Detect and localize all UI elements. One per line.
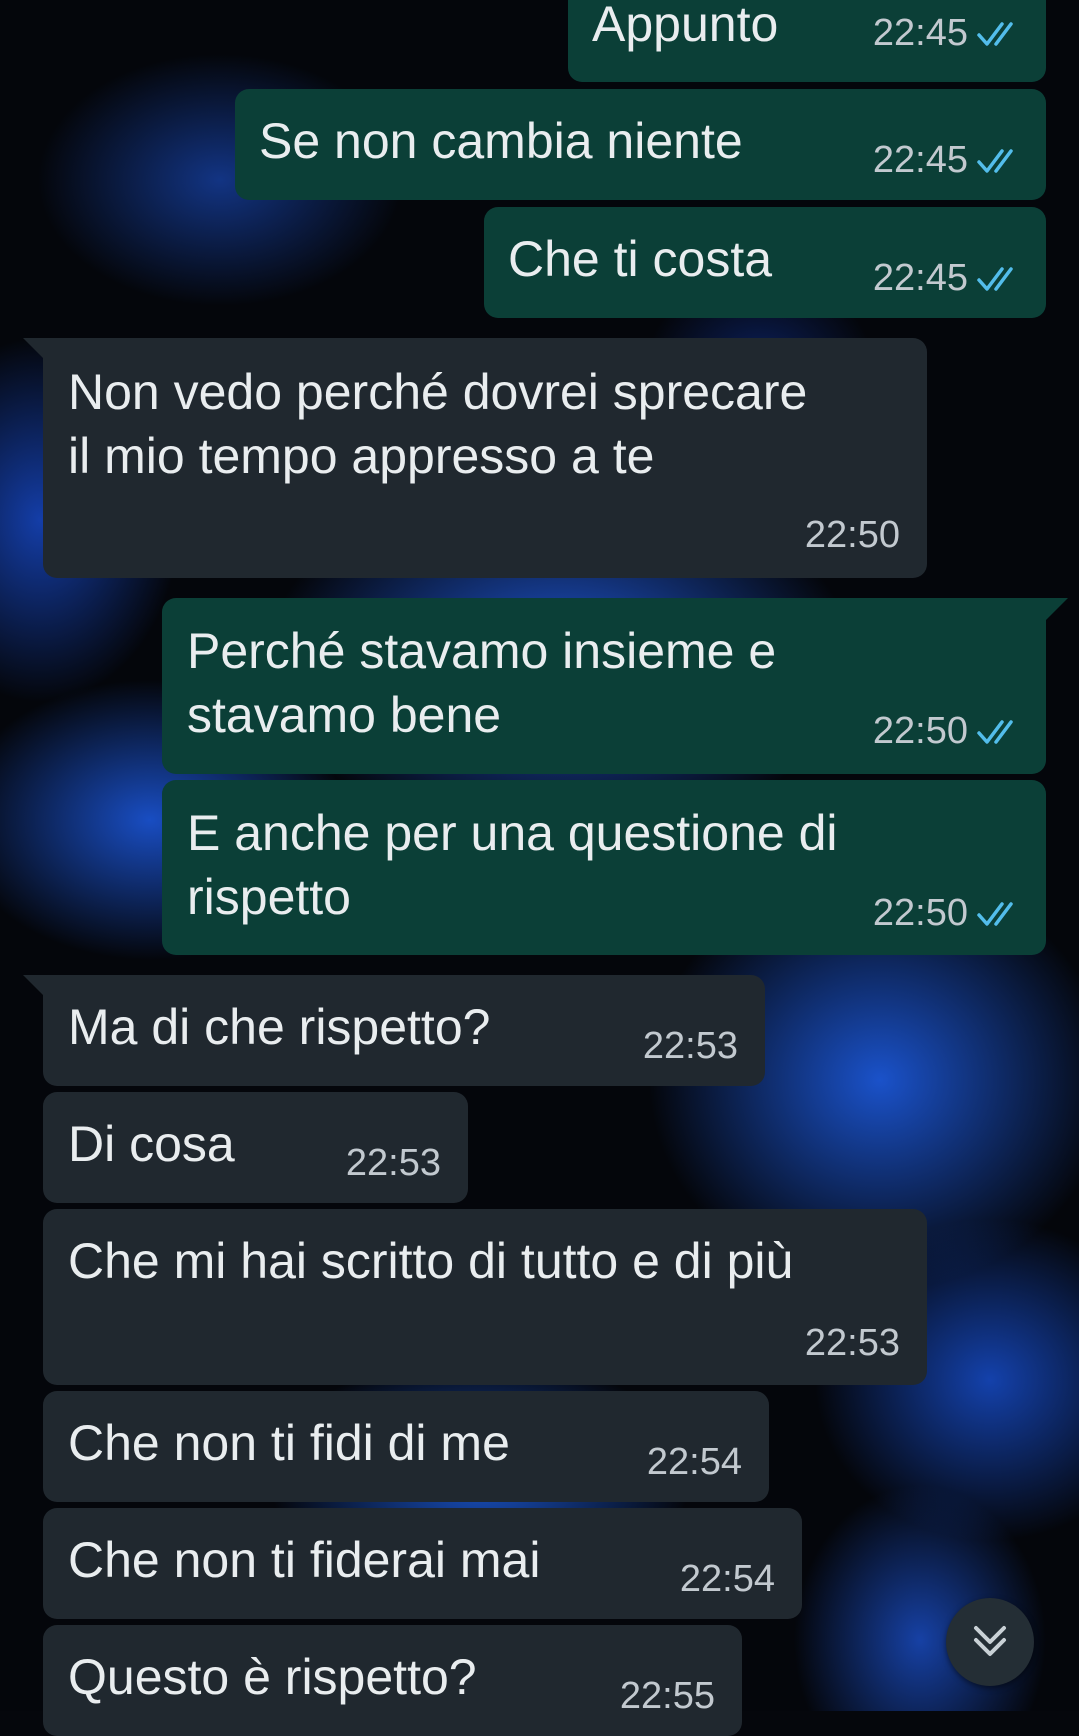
message-time: 22:45 [872,257,968,299]
message-text: Di cosa [68,1116,235,1172]
message-outgoing[interactable]: Che ti costa 22:45 [484,207,1046,318]
message-time: 22:55 [619,1675,715,1717]
message-time: 22:54 [679,1558,775,1600]
message-outgoing[interactable]: E anche per una questione di rispetto 22… [162,780,1046,955]
message-time: 22:50 [872,710,968,752]
message-time: 22:50 [872,892,968,934]
message-meta: 22:53 [346,1142,441,1185]
message-text: Ma di che rispetto? [68,999,491,1055]
message-text: Questo è rispetto? [68,1649,477,1705]
bubble-tail [23,338,45,360]
message-text: Che non ti fiderai mai [68,1532,541,1588]
message-meta: 22:55 [620,1675,715,1718]
message-text: Che non ti fidi di me [68,1415,510,1471]
message-incoming[interactable]: Non vedo perché dovrei sprecare il mio t… [23,338,927,578]
message-outgoing[interactable]: Appunto 22:45 [568,0,1046,82]
message-meta: 22:54 [647,1441,742,1484]
message-text: Non vedo perché dovrei sprecare il mio t… [68,364,808,484]
message-text: Che mi hai scritto di tutto e di più [68,1233,794,1289]
message-time: 22:45 [872,12,968,54]
message-incoming[interactable]: Che mi hai scritto di tutto e di più 22:… [43,1209,927,1385]
message-incoming[interactable]: Questo è rispetto? 22:55 [43,1625,742,1736]
read-ticks-icon [977,148,1013,173]
message-incoming[interactable]: Che non ti fidi di me 22:54 [43,1391,769,1502]
message-meta: 22:45 [873,12,1022,55]
message-list[interactable]: Appunto 22:45 Se non cambia niente 22:45… [0,0,1079,1736]
message-outgoing[interactable]: Perché stavamo insieme e stavamo bene 22… [162,598,1068,774]
message-meta: 22:50 [873,710,1022,753]
read-ticks-icon [977,901,1013,926]
message-text: Appunto [592,0,779,52]
message-text: E anche per una questione di rispetto [187,805,838,925]
read-ticks-icon [977,21,1013,46]
read-ticks-icon [977,719,1013,744]
message-time: 22:54 [646,1441,742,1483]
read-ticks-icon [977,266,1013,291]
message-time: 22:53 [345,1142,441,1184]
message-text: Che ti costa [508,231,773,287]
message-incoming[interactable]: Che non ti fiderai mai 22:54 [43,1508,802,1619]
message-time: 22:53 [642,1025,738,1067]
bubble-tail [1046,598,1068,620]
message-meta: 22:53 [643,1025,738,1068]
message-meta: 22:54 [680,1558,775,1601]
scroll-to-bottom-button[interactable] [946,1598,1034,1686]
message-meta: 22:45 [873,139,1022,182]
message-text: Se non cambia niente [259,113,743,169]
message-incoming[interactable]: Ma di che rispetto? 22:53 [23,975,765,1086]
double-chevron-down-icon [974,1626,1006,1656]
message-time: 22:53 [804,1322,900,1364]
message-time: 22:45 [872,139,968,181]
message-meta: 22:53 [805,1322,900,1365]
message-incoming[interactable]: Di cosa 22:53 [43,1092,468,1203]
bubble-tail [23,975,45,997]
message-meta: 22:50 [873,892,1022,935]
message-outgoing[interactable]: Se non cambia niente 22:45 [235,89,1046,200]
message-meta: 22:50 [805,514,900,557]
message-time: 22:50 [804,514,900,556]
message-meta: 22:45 [873,257,1022,300]
message-text: Perché stavamo insieme e stavamo bene [187,623,777,743]
